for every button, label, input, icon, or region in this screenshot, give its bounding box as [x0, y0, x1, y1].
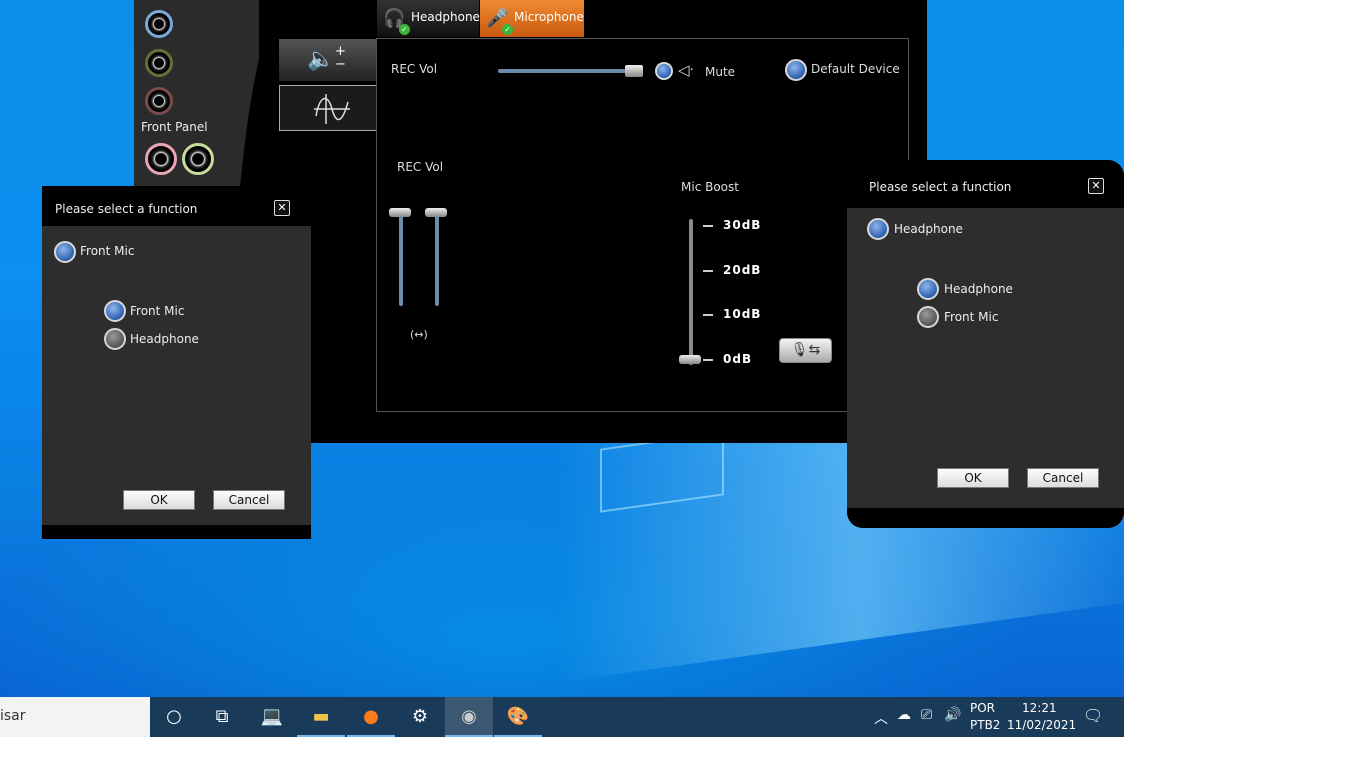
option-front-mic-radio[interactable] — [917, 306, 939, 328]
mic-boost-track[interactable] — [689, 219, 693, 365]
selected-function-label: Front Mic — [80, 244, 135, 258]
speaker-volume-icon: 🔈 — [307, 47, 335, 72]
boost-tick-20 — [703, 270, 713, 272]
search-text: isar — [0, 708, 26, 724]
boost-level-10db: 10dB — [723, 307, 762, 321]
cortana-icon[interactable]: ○ — [150, 697, 198, 737]
tab-microphone[interactable]: 🎤 ✓ Microphone — [480, 0, 584, 37]
dialog-bottom-bar — [847, 508, 1124, 528]
mute-radio[interactable] — [655, 62, 673, 80]
rear-jack-blue[interactable] — [145, 10, 173, 38]
front-jack-green[interactable] — [182, 143, 214, 175]
volume-icon[interactable]: 🔊 — [944, 707, 961, 723]
task-view-icon[interactable]: ⧉ — [198, 697, 246, 737]
option-headphone-label[interactable]: Headphone — [130, 332, 199, 346]
default-device-radio[interactable] — [785, 59, 807, 81]
ok-button[interactable]: OK — [123, 490, 195, 510]
ok-button[interactable]: OK — [937, 468, 1009, 488]
option-front-mic-label[interactable]: Front Mic — [944, 310, 998, 324]
dialog-title: Please select a function — [55, 202, 198, 216]
speaker-volume-button[interactable]: 🔈 + − — [279, 39, 377, 81]
cancel-button[interactable]: Cancel — [1027, 468, 1099, 488]
channel-link-icon[interactable]: (↔) — [410, 328, 428, 341]
boost-tick-10 — [703, 314, 713, 316]
settings-gear-icon[interactable]: ⚙ — [396, 697, 444, 737]
option-headphone-radio[interactable] — [104, 328, 126, 350]
rear-jack-dark-red[interactable] — [145, 87, 173, 115]
rec-vol-left-track[interactable] — [399, 214, 403, 306]
rec-vol-label: REC Vol — [397, 160, 444, 174]
dialog-bottom-bar — [42, 525, 311, 539]
tab-headphone[interactable]: 🎧 ✓ Headphone — [377, 0, 480, 37]
mic-boost-label: Mic Boost — [681, 180, 739, 194]
option-front-mic-label[interactable]: Front Mic — [130, 304, 184, 318]
mute-speaker-icon: ◁ᐧ — [678, 61, 694, 79]
select-function-dialog-right: Please select a function ✕ Headphone Hea… — [847, 160, 1124, 528]
close-icon[interactable]: ✕ — [1088, 178, 1104, 194]
cancel-button[interactable]: Cancel — [213, 490, 285, 510]
front-jack-pink[interactable] — [145, 143, 177, 175]
mute-label: Mute — [705, 65, 736, 79]
rec-vol-right-track[interactable] — [435, 214, 439, 306]
rec-vol-label-top: REC Vol — [391, 62, 438, 76]
rec-volume-slider-knob[interactable] — [625, 65, 643, 77]
check-icon: ✓ — [502, 24, 513, 35]
mic-settings-button[interactable]: 🎙⇆ — [779, 338, 832, 363]
boost-level-20db: 20dB — [723, 263, 762, 277]
close-icon[interactable]: ✕ — [274, 200, 290, 216]
waveform-icon — [314, 94, 350, 124]
selected-function-radio[interactable] — [54, 241, 76, 263]
rear-jack-dark[interactable] — [145, 49, 173, 77]
show-hidden-icons-icon[interactable]: ︿ — [874, 708, 888, 728]
mic-boost-knob[interactable] — [679, 355, 701, 364]
effects-button[interactable] — [279, 85, 377, 131]
check-icon: ✓ — [399, 24, 410, 35]
clock-date[interactable]: 11/02/2021 — [1007, 718, 1076, 732]
boost-tick-0 — [703, 359, 713, 361]
taskbar-search-box[interactable]: isar — [0, 697, 150, 737]
audio-manager-taskbar-icon[interactable]: ◉ — [445, 697, 493, 737]
option-front-mic-radio[interactable] — [104, 300, 126, 322]
plus-minus-icon: + − — [335, 44, 346, 72]
boost-level-30db: 30dB — [723, 218, 762, 232]
firefox-icon[interactable]: ● — [347, 697, 395, 737]
clock-time[interactable]: 12:21 — [1022, 701, 1057, 715]
front-panel-label: Front Panel — [141, 120, 208, 134]
file-explorer-icon[interactable]: ▬ — [297, 697, 345, 737]
paint-icon[interactable]: 🎨 — [494, 697, 542, 737]
tab-headphone-label: Headphone — [411, 10, 480, 24]
microphone-settings-icon: 🎙⇆ — [790, 342, 821, 358]
dialog-title: Please select a function — [869, 180, 1012, 194]
select-function-dialog-left: Please select a function ✕ Front Mic Fro… — [42, 186, 311, 539]
laptop-app-icon[interactable]: 💻 — [248, 697, 296, 737]
default-device-label: Default Device — [811, 62, 900, 76]
keyboard-layout[interactable]: PTB2 — [970, 718, 1000, 732]
rec-volume-slider-track[interactable] — [498, 69, 642, 73]
rec-vol-left-knob[interactable] — [389, 208, 411, 217]
boost-tick-30 — [703, 225, 713, 227]
boost-level-0db: 0dB — [723, 352, 753, 366]
selected-function-label: Headphone — [894, 222, 963, 236]
input-language[interactable]: POR — [970, 701, 995, 715]
option-headphone-label[interactable]: Headphone — [944, 282, 1013, 296]
selected-function-radio[interactable] — [867, 218, 889, 240]
rec-vol-right-knob[interactable] — [425, 208, 447, 217]
taskbar: isar ○ ⧉ 💻 ▬ ● ⚙ ◉ 🎨 ︿ ☁ ⎚ 🔊 POR PTB2 12… — [0, 697, 1124, 737]
onedrive-cloud-icon[interactable]: ☁ — [897, 707, 911, 723]
network-icon[interactable]: ⎚ — [921, 707, 932, 723]
tab-microphone-label: Microphone — [514, 10, 584, 24]
option-headphone-radio[interactable] — [917, 278, 939, 300]
notification-center-icon[interactable]: 🗨 — [1083, 706, 1103, 725]
